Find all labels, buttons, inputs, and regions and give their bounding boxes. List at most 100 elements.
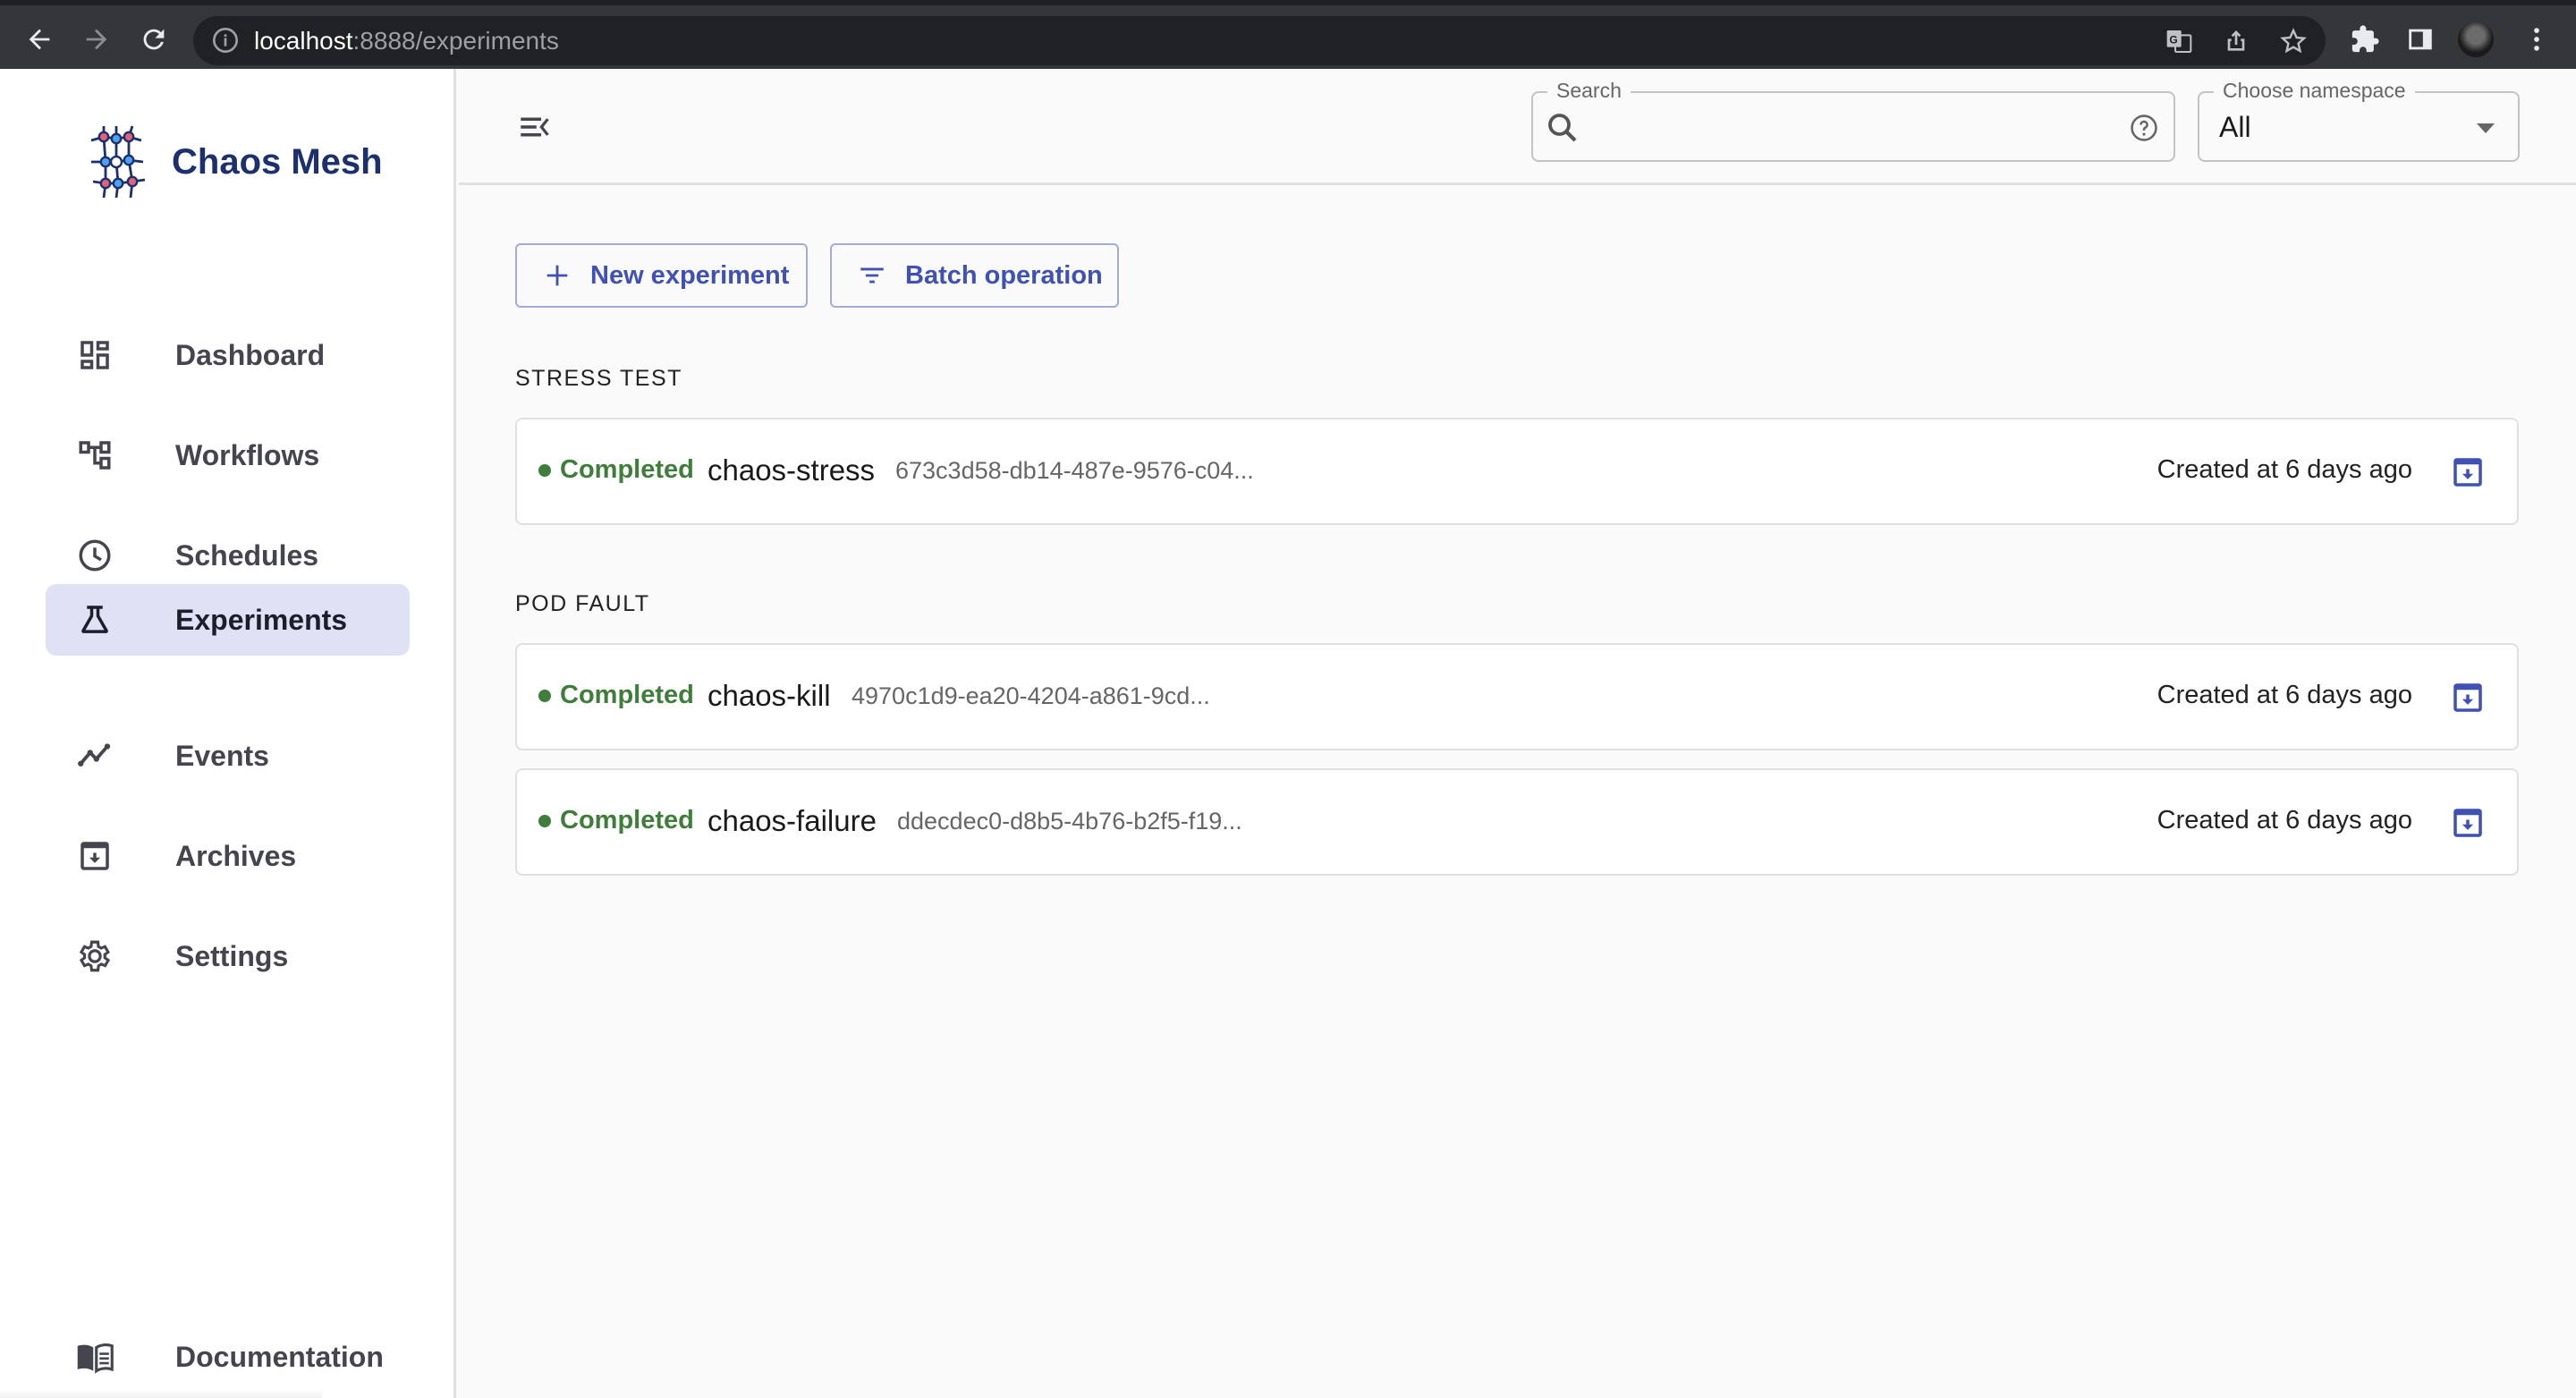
namespace-select[interactable]: Choose namespace All (2198, 79, 2520, 162)
experiment-row[interactable]: Completed chaos-stress 673c3d58-db14-487… (515, 418, 2519, 525)
sidebar-item-schedules[interactable]: Schedules (46, 520, 410, 591)
book-icon (76, 1338, 114, 1376)
chaos-mesh-logo-icon (90, 125, 146, 199)
sidebar-item-label: Events (175, 739, 269, 772)
sidebar-item-label: Settings (175, 939, 289, 972)
translate-icon: G (2166, 30, 2192, 53)
side-panel-button[interactable] (2401, 20, 2440, 59)
sidebar-item-label: Dashboard (175, 338, 326, 371)
sidebar-item-label: Documentation (175, 1340, 384, 1373)
plus-icon (542, 260, 572, 291)
translate-button[interactable]: G (2161, 23, 2197, 59)
status-text: Completed (560, 455, 694, 484)
namespace-value: All (2219, 111, 2251, 143)
side-panel-icon (2409, 29, 2432, 50)
sidebar-item-archives[interactable]: Archives (46, 820, 410, 892)
arrow-right-icon (86, 29, 107, 50)
experiment-uid: ddecdec0-d8b5-4b76-b2f5-f19... (897, 808, 1242, 835)
reload-icon (143, 29, 165, 50)
group-title: STRESS TEST (515, 366, 682, 391)
experiment-uid: 673c3d58-db14-487e-9576-c04... (895, 457, 1254, 484)
share-button[interactable] (2218, 23, 2254, 59)
archive-icon (2453, 458, 2482, 487)
batch-operation-button[interactable]: Batch operation (830, 243, 1119, 308)
help-icon[interactable] (2129, 113, 2159, 143)
brand-name: Chaos Mesh (172, 141, 383, 182)
timeline-icon (76, 737, 114, 775)
created-time: Created at 6 days ago (2157, 455, 2412, 484)
collapse-sidebar-button[interactable] (516, 108, 554, 146)
gear-icon (76, 937, 114, 975)
sidebar: Chaos Mesh Dashboard Workflows Schedules… (0, 69, 456, 1398)
status-dot (538, 689, 551, 702)
sidebar-item-experiments[interactable]: Experiments (46, 584, 410, 656)
experiment-name: chaos-kill (708, 679, 831, 712)
forward-button[interactable] (77, 20, 116, 59)
search-input[interactable] (1592, 106, 2093, 148)
back-button[interactable] (20, 20, 59, 59)
arrow-left-icon (29, 29, 50, 50)
url-text[interactable]: localhost:8888/experiments (254, 27, 559, 55)
created-time: Created at 6 days ago (2157, 681, 2412, 709)
browser-menu-button[interactable] (2517, 20, 2556, 59)
profile-avatar[interactable] (2458, 21, 2494, 57)
sidebar-item-label: Archives (175, 839, 297, 872)
svg-text:G: G (2169, 34, 2177, 47)
sidebar-item-dashboard[interactable]: Dashboard (46, 319, 410, 391)
namespace-label: Choose namespace (2214, 79, 2415, 103)
sidebar-item-settings[interactable]: Settings (46, 920, 410, 992)
sidebar-item-workflows[interactable]: Workflows (46, 419, 410, 491)
archive-icon (2453, 809, 2482, 837)
status-badge: Completed (538, 806, 694, 835)
more-vert-icon (2534, 28, 2539, 51)
extensions-button[interactable] (2345, 20, 2385, 59)
experiment-row[interactable]: Completed chaos-failure ddecdec0-d8b5-4b… (515, 768, 2519, 876)
info-icon[interactable] (211, 26, 240, 55)
star-icon (2280, 28, 2307, 54)
experiment-name: chaos-failure (708, 804, 877, 837)
archive-button[interactable] (2449, 679, 2487, 716)
experiment-row[interactable]: Completed chaos-kill 4970c1d9-ea20-4204-… (515, 643, 2519, 750)
url-host: localhost (254, 27, 353, 55)
flask-icon (76, 601, 114, 639)
filter-icon (857, 260, 887, 291)
menu-collapse-icon (521, 117, 549, 137)
archive-button[interactable] (2449, 453, 2487, 491)
sidebar-item-events[interactable]: Events (46, 720, 410, 792)
workflow-icon (76, 436, 114, 474)
reload-button[interactable] (134, 20, 174, 59)
browser-toolbar: localhost:8888/experiments G (0, 0, 2576, 69)
sidebar-item-label: Schedules (175, 538, 319, 572)
puzzle-icon (2351, 25, 2379, 53)
new-experiment-label: New experiment (590, 260, 790, 290)
sidebar-item-documentation[interactable]: Documentation (46, 1321, 410, 1393)
archive-icon (2453, 683, 2482, 712)
clock-icon (76, 537, 114, 574)
top-bar: Search Choose namespace All (459, 69, 2576, 185)
sidebar-footer-shadow (0, 1389, 322, 1398)
logo[interactable]: Chaos Mesh (82, 123, 383, 201)
status-dot (538, 814, 551, 827)
status-text: Completed (560, 681, 694, 709)
batch-operation-label: Batch operation (905, 260, 1103, 290)
sidebar-item-label: Workflows (175, 438, 320, 471)
group-title: POD FAULT (515, 591, 650, 616)
share-icon (2227, 30, 2245, 51)
archive-button[interactable] (2449, 804, 2487, 842)
experiments-page: New experiment Batch operation STRESS TE… (459, 185, 2576, 1398)
status-badge: Completed (538, 455, 694, 485)
address-bar[interactable]: localhost:8888/experiments G (193, 16, 2326, 65)
archive-icon (76, 837, 114, 875)
experiment-name: chaos-stress (708, 453, 876, 487)
new-experiment-button[interactable]: New experiment (515, 243, 808, 308)
search-field[interactable]: Search (1531, 79, 2175, 162)
sidebar-item-label: Experiments (175, 603, 348, 636)
status-text: Completed (560, 806, 694, 835)
status-badge: Completed (538, 681, 694, 710)
bookmark-button[interactable] (2275, 23, 2311, 59)
search-icon (1548, 114, 1577, 142)
dashboard-icon (76, 336, 114, 374)
created-time: Created at 6 days ago (2157, 806, 2412, 835)
search-label: Search (1547, 79, 1631, 103)
status-dot (538, 463, 551, 477)
